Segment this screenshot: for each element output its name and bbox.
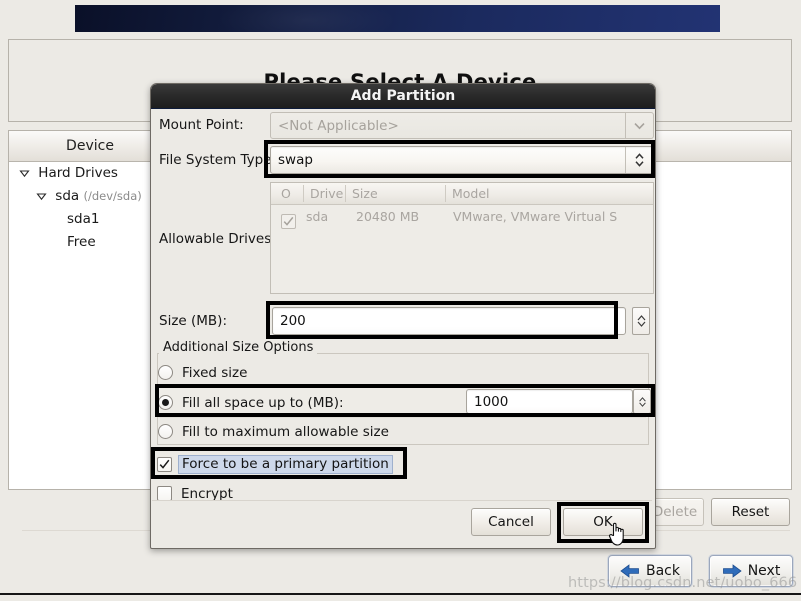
force-primary-label: Force to be a primary partition bbox=[178, 455, 393, 474]
radio-icon[interactable] bbox=[158, 424, 173, 439]
stepper-down-icon bbox=[638, 402, 646, 407]
triangle-down-icon[interactable] bbox=[19, 168, 30, 179]
encrypt-checkbox-row[interactable]: Encrypt bbox=[157, 479, 645, 508]
chevron-down-icon bbox=[625, 113, 653, 138]
file-system-type-label: File System Type: bbox=[159, 152, 277, 168]
radio-fill-maximum[interactable]: Fill to maximum allowable size bbox=[158, 417, 646, 446]
dialog-title: Add Partition bbox=[151, 84, 655, 109]
tree-row[interactable]: sda1 bbox=[9, 208, 171, 231]
tree-row-label: Free bbox=[67, 234, 96, 250]
fill-all-space-stepper[interactable] bbox=[633, 389, 651, 414]
mount-point-label: Mount Point: bbox=[159, 117, 244, 133]
dialog-divider bbox=[152, 500, 652, 501]
tree-row-label: Hard Drives bbox=[38, 165, 118, 181]
table-row: sda 20480 MB VMware, VMware Virtual S bbox=[271, 205, 653, 229]
fill-all-space-value: 1000 bbox=[474, 393, 509, 410]
tree-row[interactable]: sda (/dev/sda) bbox=[9, 185, 171, 208]
drive-model: VMware, VMware Virtual S bbox=[453, 209, 618, 224]
tree-row[interactable]: Free bbox=[9, 231, 171, 254]
watermark: https://blog.csdn.net/uobo_666 bbox=[568, 575, 798, 591]
allowable-drives-table: O Drive Size Model sda 20480 MB VMware, … bbox=[270, 182, 654, 294]
stepper-down-icon bbox=[637, 321, 645, 327]
drives-table-header: O Drive Size Model bbox=[271, 183, 653, 205]
allowable-drives-label: Allowable Drives: bbox=[159, 231, 276, 247]
column-header-device[interactable]: Device bbox=[9, 131, 172, 161]
tree-row-label: sda bbox=[55, 188, 80, 204]
size-stepper[interactable] bbox=[632, 307, 650, 335]
ok-button[interactable]: OK bbox=[563, 508, 643, 536]
radio-fixed-size[interactable]: Fixed size bbox=[158, 358, 646, 387]
triangle-down-icon[interactable] bbox=[36, 191, 47, 202]
device-tree: Hard Drives sda (/dev/sda) sda1 Free bbox=[9, 162, 171, 254]
tree-row[interactable]: Hard Drives bbox=[9, 162, 171, 185]
pointing-hand-cursor bbox=[608, 519, 630, 547]
screen: Please Select A Device Device Hard Drive… bbox=[0, 0, 801, 601]
tree-row-sublabel: (/dev/sda) bbox=[83, 189, 142, 203]
drive-name: sda bbox=[306, 209, 329, 224]
drive-select-checkbox bbox=[281, 214, 296, 229]
column-header-model: Model bbox=[452, 186, 490, 201]
footer-divider bbox=[0, 593, 801, 595]
mount-point-combobox: <Not Applicable> bbox=[270, 112, 654, 139]
force-primary-checkbox[interactable] bbox=[157, 457, 172, 472]
radio-icon-selected[interactable] bbox=[158, 395, 173, 410]
file-system-type-value: swap bbox=[278, 152, 313, 168]
radio-fill-maximum-label: Fill to maximum allowable size bbox=[182, 423, 389, 440]
mount-point-value: <Not Applicable> bbox=[278, 117, 399, 134]
size-value: 200 bbox=[280, 313, 306, 329]
cancel-button[interactable]: Cancel bbox=[471, 508, 551, 536]
additional-size-options-legend: Additional Size Options bbox=[159, 340, 318, 355]
fill-all-space-input[interactable]: 1000 bbox=[466, 389, 633, 414]
encrypt-checkbox[interactable] bbox=[157, 486, 172, 501]
force-primary-checkbox-row[interactable]: Force to be a primary partition bbox=[157, 450, 645, 479]
radio-icon[interactable] bbox=[158, 365, 173, 380]
size-input[interactable]: 200 bbox=[272, 307, 626, 335]
size-label: Size (MB): bbox=[159, 313, 227, 329]
file-system-type-combobox[interactable]: swap bbox=[270, 146, 654, 174]
radio-fill-all-space-label: Fill all space up to (MB): bbox=[182, 394, 344, 411]
installer-banner bbox=[75, 0, 720, 46]
drive-size: 20480 MB bbox=[356, 209, 420, 224]
radio-fixed-size-label: Fixed size bbox=[182, 364, 248, 381]
column-header-size: Size bbox=[352, 186, 378, 201]
chevron-up-down-icon[interactable] bbox=[625, 147, 653, 173]
reset-button[interactable]: Reset bbox=[711, 498, 790, 526]
tree-row-label: sda1 bbox=[67, 211, 100, 227]
